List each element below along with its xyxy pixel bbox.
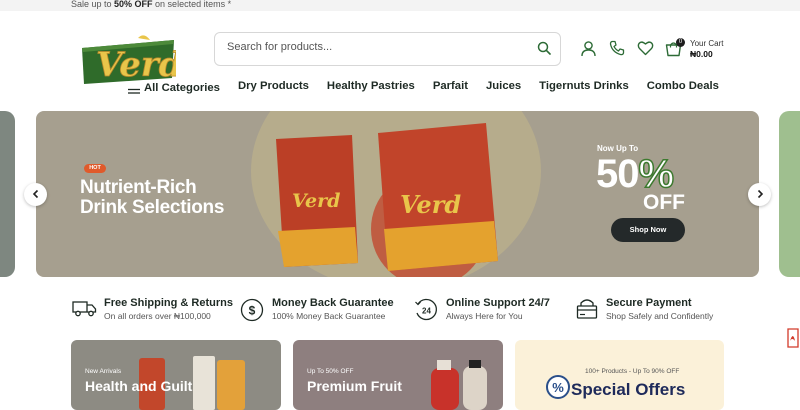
nav-item-parfait[interactable]: Parfait [433, 80, 468, 96]
feature-subtitle: Shop Safely and Confidently [606, 311, 714, 321]
cart-amount: ₦0.00 [690, 49, 713, 59]
promo-suffix: on selected items * [152, 0, 232, 9]
feature-free-shipping: Free Shipping & Returns On all orders ov… [72, 296, 233, 324]
feature-title: Secure Payment [606, 297, 692, 309]
feature-secure-payment: Secure Payment Shop Safely and Confident… [576, 296, 726, 324]
shop-now-button[interactable]: Shop Now [611, 218, 685, 242]
nav-label-all-categories: All Categories [144, 82, 220, 94]
feature-money-back: $ Money Back Guarantee 100% Money Back G… [240, 296, 400, 324]
feature-title: Online Support 24/7 [446, 297, 550, 309]
cart-count-badge: 0 [676, 38, 685, 47]
feature-subtitle: On all orders over ₦100,000 [104, 311, 211, 321]
carousel-prev-button[interactable] [24, 183, 47, 206]
support-24-icon: 24 [414, 298, 438, 327]
promo-prefix: Sale up to [71, 0, 115, 9]
promo-card-title: Premium Fruit [307, 378, 402, 394]
pouch-right-logo: Verd [400, 190, 461, 219]
cart-summary[interactable]: Your Cart ₦0.00 [690, 39, 724, 59]
site-logo[interactable]: Verd [80, 34, 183, 86]
nav-item-combo-deals[interactable]: Combo Deals [647, 80, 719, 96]
feature-title: Money Back Guarantee [272, 297, 394, 309]
feature-title: Free Shipping & Returns [104, 297, 233, 309]
truck-icon [72, 298, 97, 323]
nav-item-dry-products[interactable]: Dry Products [238, 80, 309, 96]
secure-payment-icon [576, 298, 598, 325]
search-input[interactable] [227, 41, 517, 53]
dollar-circle-icon: $ [240, 298, 264, 327]
promo-card-small: Up To 50% OFF [307, 368, 354, 375]
main-navigation: All Categories Dry Products Healthy Past… [128, 80, 737, 96]
discount-percent: % [638, 151, 675, 197]
next-slide-peek[interactable] [779, 111, 800, 277]
feature-subtitle: Always Here for You [446, 311, 523, 321]
promo-card-title: Health and Guilt [85, 378, 193, 394]
product-pouch-left: Verd [276, 135, 358, 267]
discount-value: 50% [596, 151, 675, 197]
hot-badge: HOT [84, 164, 106, 173]
account-icon[interactable] [580, 40, 597, 62]
off-label: OFF [643, 191, 685, 214]
chevron-left-icon [32, 186, 40, 204]
product-pouch-right: Verd [378, 123, 498, 271]
nav-item-juices[interactable]: Juices [486, 80, 521, 96]
carousel-next-button[interactable] [748, 183, 771, 206]
promo-card-small: New Arrivals [85, 368, 122, 375]
percent-badge-icon: % [545, 374, 571, 405]
nav-item-healthy-pastries[interactable]: Healthy Pastries [327, 80, 415, 96]
wishlist-heart-icon[interactable] [637, 40, 654, 61]
pouch-left-logo: Verd [292, 190, 340, 212]
pdf-icon[interactable] [786, 327, 800, 354]
feature-subtitle: 100% Money Back Guarantee [272, 311, 386, 321]
hero-title: Nutrient-Rich Drink Selections [80, 178, 280, 218]
search-box [214, 32, 561, 66]
promo-card-title: Special Offers [571, 380, 686, 399]
previous-slide-peek[interactable] [0, 111, 15, 277]
svg-text:24: 24 [422, 307, 431, 316]
top-promo-bar: Sale up to 50% OFF on selected items * [0, 0, 800, 11]
search-icon[interactable] [537, 41, 551, 60]
menu-icon [128, 80, 140, 97]
nav-all-categories[interactable]: All Categories [128, 80, 220, 96]
svg-text:%: % [552, 380, 564, 395]
phone-icon[interactable] [609, 40, 625, 61]
promo-highlight: 50% OFF [114, 0, 153, 9]
promo-card-small: 100+ Products - Up To 90% OFF [585, 368, 680, 375]
feature-online-support: 24 Online Support 24/7 Always Here for Y… [414, 296, 564, 324]
hero-title-line1: Nutrient-Rich [80, 177, 197, 198]
nav-item-tigernuts-drinks[interactable]: Tigernuts Drinks [539, 80, 629, 96]
chevron-right-icon [756, 186, 764, 204]
cart-label: Your Cart [690, 39, 724, 48]
svg-text:$: $ [249, 304, 256, 318]
discount-number: 50 [596, 152, 639, 196]
hero-title-line2: Drink Selections [80, 197, 225, 218]
